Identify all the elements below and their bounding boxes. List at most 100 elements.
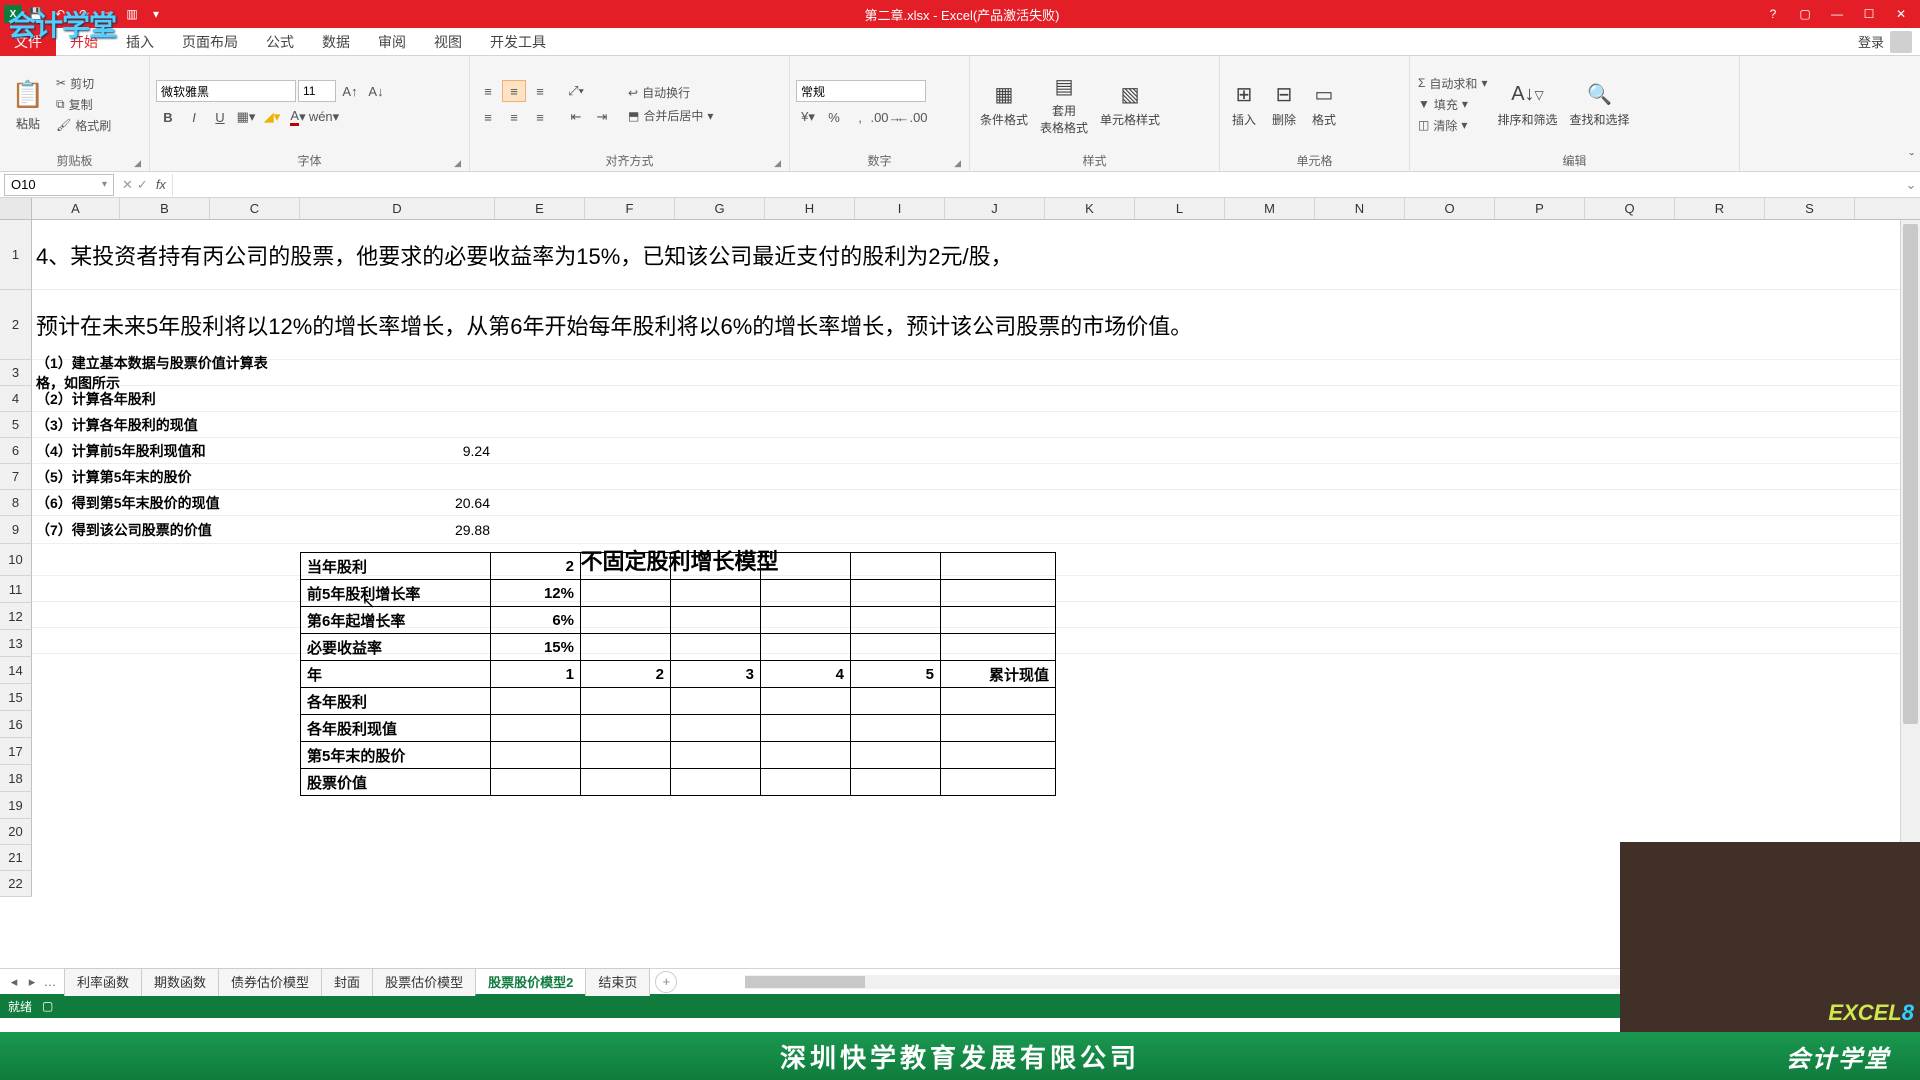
cell[interactable] <box>300 464 495 489</box>
table-cell[interactable]: 1 <box>491 661 581 688</box>
sheet-nav-more-icon[interactable]: … <box>42 974 58 990</box>
table-cell[interactable]: 第6年起增长率 <box>301 607 491 634</box>
table-cell[interactable]: 第5年末的股价 <box>301 742 491 769</box>
table-cell[interactable] <box>941 769 1056 796</box>
table-cell[interactable] <box>671 715 761 742</box>
table-cell[interactable] <box>761 553 851 580</box>
col-header-H[interactable]: H <box>765 198 855 219</box>
align-top-icon[interactable]: ≡ <box>476 80 500 102</box>
table-cell[interactable]: 15% <box>491 634 581 661</box>
table-cell[interactable]: 2 <box>581 661 671 688</box>
align-middle-icon[interactable]: ≡ <box>502 80 526 102</box>
table-cell[interactable] <box>941 607 1056 634</box>
table-cell[interactable] <box>581 715 671 742</box>
table-cell[interactable] <box>671 580 761 607</box>
sheet-tab[interactable]: 结束页 <box>585 968 650 996</box>
orientation-icon[interactable]: ⤢▾ <box>564 80 588 102</box>
fx-icon[interactable]: fx <box>156 177 172 192</box>
row-header[interactable]: 13 <box>0 630 32 657</box>
cell[interactable]: （3）计算各年股利的现值 <box>32 412 300 437</box>
sheet-tab[interactable]: 股票股价模型2 <box>475 968 586 996</box>
sheet-tab[interactable]: 利率函数 <box>64 968 142 996</box>
italic-button[interactable]: I <box>182 106 206 128</box>
col-header-N[interactable]: N <box>1315 198 1405 219</box>
cell[interactable]: （7）得到该公司股票的价值 <box>32 516 300 543</box>
row-header[interactable]: 15 <box>0 684 32 711</box>
tab-file[interactable]: 文件 <box>0 28 56 56</box>
tab-insert[interactable]: 插入 <box>112 28 168 56</box>
tab-review[interactable]: 审阅 <box>364 28 420 56</box>
cell[interactable]: （4）计算前5年股利现值和 <box>32 438 300 463</box>
row-header[interactable]: 18 <box>0 765 32 792</box>
sheet-nav-prev-icon[interactable]: ◂ <box>6 974 22 990</box>
table-cell[interactable]: 2 <box>491 553 581 580</box>
sort-filter-button[interactable]: A↓▽排序和筛选 <box>1493 79 1561 130</box>
row-header[interactable]: 21 <box>0 845 32 871</box>
tab-formula[interactable]: 公式 <box>252 28 308 56</box>
minimize-icon[interactable]: — <box>1822 3 1852 25</box>
table-cell[interactable]: 各年股利 <box>301 688 491 715</box>
table-cell[interactable] <box>851 715 941 742</box>
row-header[interactable]: 10 <box>0 544 32 576</box>
copy-button[interactable]: ⧉复制 <box>54 95 113 114</box>
row-header[interactable]: 3 <box>0 360 32 386</box>
row-header[interactable]: 20 <box>0 819 32 845</box>
close-icon[interactable]: ✕ <box>1886 3 1916 25</box>
col-header-S[interactable]: S <box>1765 198 1855 219</box>
row-header[interactable]: 9 <box>0 516 32 544</box>
table-cell[interactable] <box>761 580 851 607</box>
font-size-select[interactable] <box>298 80 336 102</box>
table-cell[interactable] <box>941 634 1056 661</box>
align-center-icon[interactable]: ≡ <box>502 106 526 128</box>
merge-center-button[interactable]: ⬒合并后居中▾ <box>626 106 715 125</box>
sheet-tab[interactable]: 封面 <box>321 968 373 996</box>
row-header[interactable]: 2 <box>0 290 32 360</box>
table-cell[interactable] <box>941 580 1056 607</box>
row-header[interactable]: 16 <box>0 711 32 738</box>
data-table[interactable]: 当年股利2前5年股利增长率12%第6年起增长率6%必要收益率15%年12345累… <box>300 552 1056 796</box>
currency-icon[interactable]: ¥▾ <box>796 106 820 128</box>
row-header[interactable]: 1 <box>0 220 32 290</box>
row-header[interactable]: 7 <box>0 464 32 490</box>
scrollbar-thumb[interactable] <box>1903 224 1918 724</box>
delete-cells-button[interactable]: ⊟删除 <box>1266 79 1302 130</box>
table-cell[interactable] <box>851 553 941 580</box>
table-cell[interactable] <box>581 553 671 580</box>
col-header-O[interactable]: O <box>1405 198 1495 219</box>
fill-color-button[interactable]: ◢▾ <box>260 106 284 128</box>
col-header-F[interactable]: F <box>585 198 675 219</box>
conditional-format-button[interactable]: ▦条件格式 <box>976 79 1032 130</box>
row-header[interactable]: 11 <box>0 576 32 603</box>
cell[interactable] <box>300 412 495 437</box>
table-cell[interactable] <box>941 742 1056 769</box>
table-cell[interactable] <box>761 769 851 796</box>
paste-button[interactable]: 📋 粘贴 <box>6 75 50 134</box>
cell[interactable]: 预计在未来5年股利将以12%的增长率增长，从第6年开始每年股利将以6%的增长率增… <box>32 290 1832 359</box>
table-cell[interactable] <box>671 607 761 634</box>
col-header-D[interactable]: D <box>300 198 495 219</box>
table-cell[interactable] <box>851 634 941 661</box>
qat-undo-icon[interactable]: ↶ <box>50 4 70 24</box>
phonetic-button[interactable]: wén▾ <box>312 106 336 128</box>
table-format-button[interactable]: ▤套用 表格格式 <box>1036 70 1092 138</box>
table-cell[interactable] <box>761 607 851 634</box>
row-header[interactable]: 22 <box>0 871 32 897</box>
launcher-icon[interactable]: ◢ <box>134 158 141 169</box>
table-cell[interactable] <box>491 769 581 796</box>
maximize-icon[interactable]: ☐ <box>1854 3 1884 25</box>
row-header[interactable]: 4 <box>0 386 32 412</box>
bold-button[interactable]: B <box>156 106 180 128</box>
insert-cells-button[interactable]: ⊞插入 <box>1226 79 1262 130</box>
table-cell[interactable]: 累计现值 <box>941 661 1056 688</box>
table-cell[interactable] <box>761 742 851 769</box>
cell[interactable] <box>300 360 495 385</box>
qat-redo-icon[interactable]: ↷ <box>74 4 94 24</box>
align-right-icon[interactable]: ≡ <box>528 106 552 128</box>
launcher-icon[interactable]: ◢ <box>774 158 781 169</box>
comma-icon[interactable]: , <box>848 106 872 128</box>
table-cell[interactable] <box>941 553 1056 580</box>
sheet-tab[interactable]: 债券估价模型 <box>218 968 322 996</box>
cell[interactable]: 4、某投资者持有丙公司的股票，他要求的必要收益率为15%，已知该公司最近支付的股… <box>32 220 1832 289</box>
find-select-button[interactable]: 🔍查找和选择 <box>1565 79 1633 130</box>
table-cell[interactable]: 12% <box>491 580 581 607</box>
